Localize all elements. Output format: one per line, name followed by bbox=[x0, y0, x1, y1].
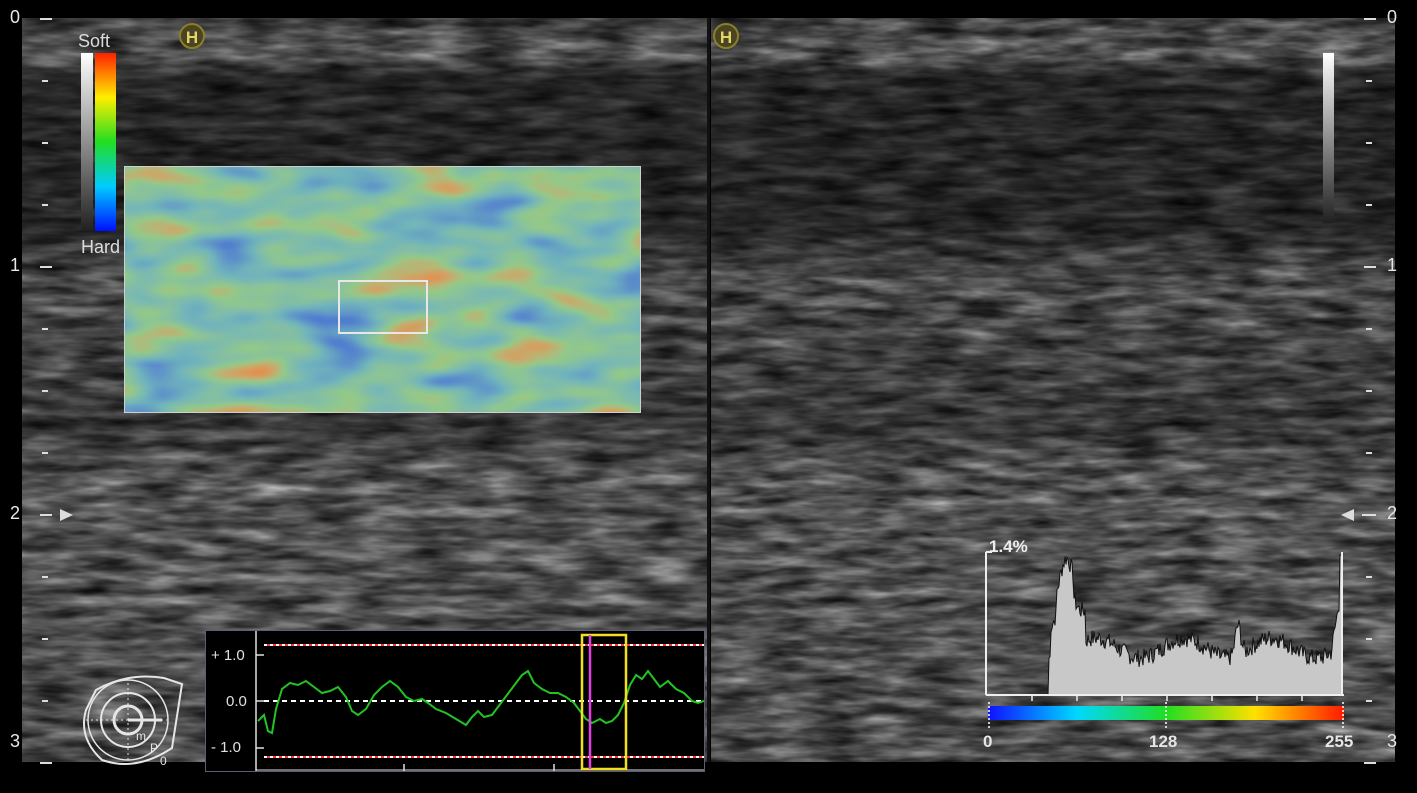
depth-tick bbox=[42, 638, 48, 640]
probe-label-m: m bbox=[136, 729, 146, 743]
depth-tick bbox=[1366, 328, 1372, 330]
right-mode-badge[interactable]: H bbox=[713, 23, 739, 49]
depth-tick bbox=[42, 142, 48, 144]
histogram-axis-255: 255 bbox=[1325, 732, 1354, 751]
histogram-axis-128: 128 bbox=[1149, 732, 1178, 751]
histogram-color-bar bbox=[988, 702, 1344, 730]
right-focus-marker-icon[interactable] bbox=[1338, 508, 1374, 522]
depth-label-right-1: 1 bbox=[1387, 255, 1398, 275]
histogram-area bbox=[986, 554, 1343, 696]
color-scale-soft-label: Soft bbox=[78, 31, 111, 51]
depth-tick bbox=[1366, 80, 1372, 82]
depth-tick bbox=[1366, 142, 1372, 144]
depth-tick bbox=[42, 576, 48, 578]
depth-tick bbox=[42, 390, 48, 392]
histogram-axis-0: 0 bbox=[983, 732, 993, 751]
depth-tick bbox=[1366, 700, 1372, 702]
strain-graph[interactable]: + 1.0 0.0 - 1.0 bbox=[205, 630, 705, 772]
measurement-box[interactable] bbox=[338, 280, 428, 334]
depth-label-right-3: 3 bbox=[1387, 731, 1398, 751]
depth-tick bbox=[42, 328, 48, 330]
depth-label-left-2: 2 bbox=[10, 503, 21, 523]
depth-tick bbox=[40, 762, 52, 764]
depth-tick bbox=[1366, 452, 1372, 454]
depth-label-left-1: 1 bbox=[10, 255, 21, 275]
depth-tick bbox=[40, 266, 52, 268]
left-focus-marker-icon[interactable] bbox=[40, 508, 76, 522]
color-scale-hard-label: Hard bbox=[81, 237, 121, 257]
depth-label-left-3: 3 bbox=[10, 731, 21, 751]
probe-orientation-icon: m P 0 bbox=[83, 675, 184, 768]
depth-label-right-0: 0 bbox=[1387, 7, 1398, 27]
strain-plot bbox=[255, 631, 704, 771]
depth-tick bbox=[1366, 390, 1372, 392]
probe-label-p: P bbox=[150, 741, 158, 755]
depth-tick bbox=[40, 18, 52, 20]
depth-label-left-0: 0 bbox=[10, 7, 21, 27]
left-mode-badge[interactable]: H bbox=[179, 23, 205, 49]
probe-label-0: 0 bbox=[160, 754, 167, 768]
depth-label-right-2: 2 bbox=[1387, 503, 1398, 523]
depth-tick bbox=[1366, 204, 1372, 206]
gray-scale-bar bbox=[1323, 53, 1334, 223]
depth-tick bbox=[42, 80, 48, 82]
depth-tick bbox=[1364, 266, 1376, 268]
panel-divider bbox=[707, 18, 710, 762]
histogram bbox=[985, 551, 1344, 701]
depth-tick bbox=[1364, 18, 1376, 20]
elasticity-color-bar bbox=[81, 53, 116, 231]
depth-tick bbox=[42, 204, 48, 206]
depth-tick bbox=[1366, 638, 1372, 640]
depth-tick bbox=[1366, 576, 1372, 578]
depth-tick bbox=[1364, 762, 1376, 764]
depth-tick bbox=[42, 452, 48, 454]
depth-tick bbox=[42, 700, 48, 702]
